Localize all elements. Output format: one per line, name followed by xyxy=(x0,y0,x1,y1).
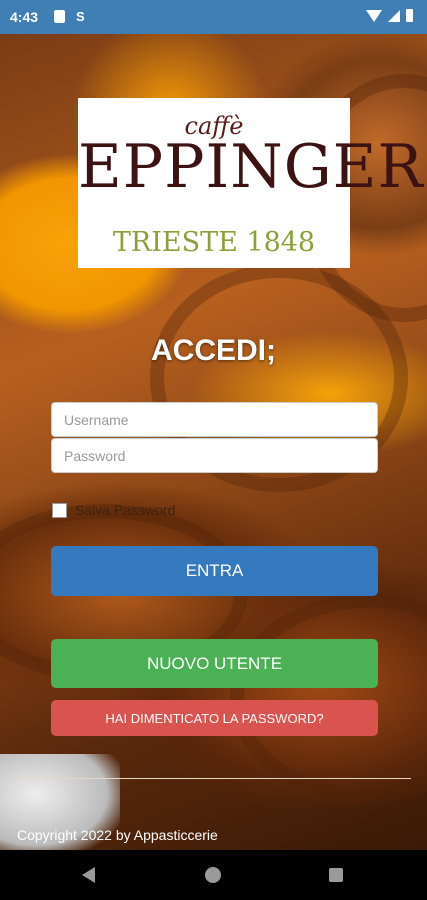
status-bar: 4:43 S xyxy=(0,0,427,34)
status-time: 4:43 xyxy=(10,9,39,25)
notification-icon: S xyxy=(76,9,85,24)
signal-icon xyxy=(388,9,400,22)
username-input[interactable] xyxy=(51,402,378,437)
logo-city-text: TRIESTE 1848 xyxy=(112,227,316,258)
login-button[interactable]: ENTRA xyxy=(51,546,378,596)
remember-password[interactable]: Salva Password xyxy=(52,502,175,518)
sim-card-icon xyxy=(54,10,65,23)
back-icon[interactable] xyxy=(82,867,95,883)
remember-password-checkbox[interactable] xyxy=(52,502,67,518)
page-title: ACCEDI; xyxy=(151,334,276,367)
recent-apps-icon[interactable] xyxy=(329,868,343,882)
wifi-icon xyxy=(366,9,382,22)
remember-password-label: Salva Password xyxy=(75,502,176,518)
password-input[interactable] xyxy=(51,438,378,473)
status-icons xyxy=(366,9,413,22)
new-user-button[interactable]: NUOVO UTENTE xyxy=(51,639,378,688)
home-icon[interactable] xyxy=(205,867,221,883)
forgot-password-button[interactable]: HAI DIMENTICATO LA PASSWORD? xyxy=(51,700,378,736)
copyright-text: Copyright 2022 by Appasticcerie xyxy=(17,827,218,843)
battery-icon xyxy=(406,9,413,22)
logo-brand-text: EPPINGER xyxy=(78,132,424,202)
brand-logo: caffè EPPINGER TRIESTE 1848 xyxy=(78,98,424,268)
divider xyxy=(17,778,411,779)
navigation-bar xyxy=(0,850,427,900)
